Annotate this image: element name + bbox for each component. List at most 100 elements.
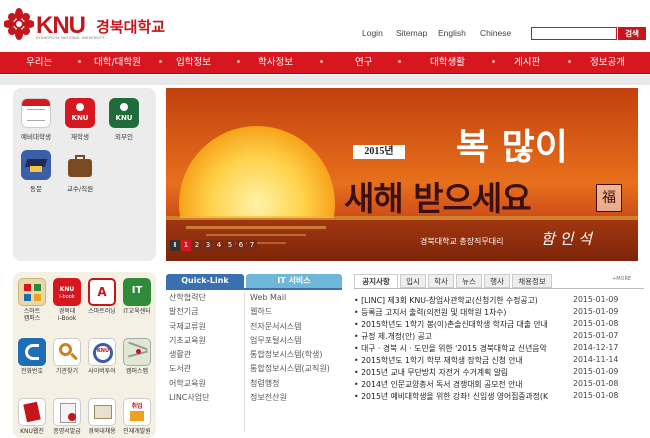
- pause-icon[interactable]: Ⅱ: [170, 240, 180, 251]
- it-service-item[interactable]: 업무포털시스템: [250, 334, 342, 348]
- news-row[interactable]: • [LINC] 제3회 KNU-창업사관학교(신청기한 수정공고) 2015-0…: [354, 295, 644, 306]
- tab-quick-link[interactable]: Quick-Link: [166, 274, 244, 288]
- tab-jobs[interactable]: 채용정보: [512, 274, 552, 288]
- nav-shadow-strip: [0, 75, 650, 85]
- pager-page[interactable]: 3: [203, 240, 213, 251]
- it-services-list: Web Mail 웹하드 전자문서시스템 업무포털시스템 통합정보시스템(학생)…: [250, 291, 342, 405]
- quick-item-student[interactable]: KNU 재학생: [63, 98, 97, 141]
- sitemap-link[interactable]: Sitemap: [396, 28, 427, 38]
- tab-news[interactable]: 뉴스: [456, 274, 482, 288]
- news-row[interactable]: • 2014년 인문교양총서 독서 경쟁대회 공모전 안내 2015-01-08: [354, 379, 644, 390]
- phone-directory-link[interactable]: 전화번호: [15, 338, 49, 375]
- service-icon-panel: 스마트 캠퍼스 KNU i-book 경북대 i-Book A 스마트러닝 IT I…: [13, 272, 156, 438]
- pager-page[interactable]: 2: [192, 240, 202, 251]
- knu-logo[interactable]: KNU 경북대학교 KYUNGPOOK NATIONAL UNIVERSITY: [4, 8, 166, 44]
- smart-learning-icon: A: [88, 278, 116, 306]
- news-date: 2015-01-08: [573, 319, 619, 328]
- quick-link-item[interactable]: 도서관: [169, 362, 243, 376]
- nav-separator: [568, 60, 571, 63]
- more-link[interactable]: +MORE: [612, 276, 631, 282]
- tab-it-services[interactable]: IT 서비스: [246, 274, 342, 288]
- hero-signature-label: 경북대학교 총장직무대리: [420, 237, 504, 246]
- news-row[interactable]: • 대구 · 경북 시 · 도민을 위한 '2015 경북대학교 신년음악 201…: [354, 343, 644, 354]
- nav-item-academic[interactable]: 학사정보: [258, 52, 293, 74]
- nav-item-research[interactable]: 연구: [355, 52, 372, 74]
- knu-icon: KNU: [65, 98, 95, 128]
- nav-separator: [159, 60, 162, 63]
- pager-page[interactable]: 1: [181, 240, 191, 251]
- it-service-item[interactable]: 정보전산원: [250, 391, 342, 405]
- webzine-link[interactable]: KNU웹진: [15, 398, 49, 435]
- nav-separator: [492, 60, 495, 63]
- news-row[interactable]: • 2015학년도 1학기 학부 재학생 장학금 신청 안내 2014-11-14: [354, 355, 644, 366]
- quick-item-faculty[interactable]: 교수/직원: [63, 150, 97, 193]
- news-row[interactable]: • 등록금 고지서 출력(의전원 및 대학원 1차수) 2015-01-09: [354, 307, 644, 318]
- nav-item-campus-life[interactable]: 대학생활: [430, 52, 465, 74]
- it-center-icon: IT: [123, 278, 151, 306]
- it-service-item[interactable]: 전자문서시스템: [250, 320, 342, 334]
- tab-admission[interactable]: 입시: [400, 274, 426, 288]
- nav-item-admission[interactable]: 입학정보: [176, 52, 211, 74]
- it-service-item[interactable]: Web Mail: [250, 291, 342, 305]
- search-button[interactable]: 검색: [618, 27, 646, 40]
- quick-link-item[interactable]: 발전기금: [169, 305, 243, 319]
- quick-link-item[interactable]: 생활관: [169, 348, 243, 362]
- quick-link-item[interactable]: LINC사업단: [169, 391, 243, 405]
- it-service-item[interactable]: 청렴행정: [250, 377, 342, 391]
- quick-item-visitor[interactable]: KNU 외부인: [107, 98, 141, 141]
- nav-item-colleges[interactable]: 대학/대학원: [94, 52, 141, 74]
- recruit-icon: [88, 398, 116, 426]
- quick-link-item[interactable]: 산학협력단: [169, 291, 243, 305]
- news-date: 2015-01-08: [573, 379, 619, 388]
- pager-page[interactable]: 5: [225, 240, 235, 251]
- it-service-item[interactable]: 웹하드: [250, 305, 342, 319]
- ibook-label: 경북대 i-Book: [57, 308, 77, 322]
- quick-link-item[interactable]: 기초교육원: [169, 334, 243, 348]
- news-row[interactable]: • 2015학년도 1학기 봉(이)촌솔신대학생 학자금 대출 안내 2015-0…: [354, 319, 644, 330]
- map-icon: [123, 338, 151, 366]
- phone-icon: [18, 338, 46, 366]
- nav-item-disclosure[interactable]: 정보공개: [590, 52, 625, 74]
- english-link[interactable]: English: [438, 28, 466, 38]
- search-input[interactable]: [531, 27, 617, 40]
- pager-page[interactable]: 7: [247, 240, 257, 251]
- smart-campus-link[interactable]: 스마트 캠퍼스: [15, 278, 49, 322]
- tab-academic[interactable]: 학사: [428, 274, 454, 288]
- login-link[interactable]: Login: [362, 28, 383, 38]
- it-service-item[interactable]: 통합정보시스템(학생): [250, 348, 342, 362]
- news-row[interactable]: • 규정 제.개정(안) 공고 2015-01-07: [354, 331, 644, 342]
- ibook-icon: KNU i-book: [53, 278, 81, 306]
- ibook-link[interactable]: KNU i-book 경북대 i-Book: [50, 278, 84, 322]
- smart-campus-icon: [18, 278, 46, 306]
- cyber-tour-link[interactable]: KNU 사이버투어: [85, 338, 119, 375]
- briefcase-icon: [65, 150, 95, 180]
- nav-item-board[interactable]: 게시판: [514, 52, 540, 74]
- logo-korean-name: 경북대학교: [96, 18, 166, 36]
- hero-pager: Ⅱ1234567: [170, 240, 258, 252]
- quick-link-item[interactable]: 국제교류원: [169, 320, 243, 334]
- smart-learning-link[interactable]: A 스마트러닝: [85, 278, 119, 315]
- certificate-link[interactable]: 증명서발급: [50, 398, 84, 435]
- quick-link-item[interactable]: 어학교육원: [169, 377, 243, 391]
- it-service-item[interactable]: 통합정보시스템(교직원): [250, 362, 342, 376]
- news-title: • 2015학년도 1학기 봉(이)촌솔신대학생 학자금 대출 안내: [354, 320, 548, 329]
- finder-link[interactable]: 기관찾기: [50, 338, 84, 375]
- it-center-link[interactable]: IT IT교육센터: [120, 278, 154, 315]
- recruit-link[interactable]: 경북대채용: [85, 398, 119, 435]
- quick-item-alumni[interactable]: 동문: [19, 150, 53, 193]
- talent-link[interactable]: 취업 인재개발원: [120, 398, 154, 435]
- nav-item-about[interactable]: 우리는: [26, 52, 52, 74]
- news-date: 2014-12-17: [573, 343, 619, 352]
- news-row[interactable]: • 2015년 교내 무단방치 자전거 수거계획 알림 2015-01-09: [354, 367, 644, 378]
- news-row[interactable]: • 2015년 예비대학생을 위한 강좌! 신입생 영어집중과정(K 2015-0…: [354, 391, 644, 402]
- quick-item-prospective[interactable]: 예비대학생: [19, 98, 53, 141]
- pager-page[interactable]: 4: [214, 240, 224, 251]
- campus-map-link[interactable]: 캠퍼스맵: [120, 338, 154, 375]
- tab-notice[interactable]: 공지사항: [354, 274, 398, 288]
- tab-events[interactable]: 행사: [484, 274, 510, 288]
- hero-banner[interactable]: 2015년 복 많이 새해 받으세요 福 경북대학교 총장직무대리 함 인 석 …: [166, 88, 638, 261]
- certificate-icon: [53, 398, 81, 426]
- pager-page[interactable]: 6: [236, 240, 246, 251]
- chinese-link[interactable]: Chinese: [480, 28, 511, 38]
- news-title: • 2015학년도 1학기 학부 재학생 장학금 신청 안내: [354, 356, 523, 365]
